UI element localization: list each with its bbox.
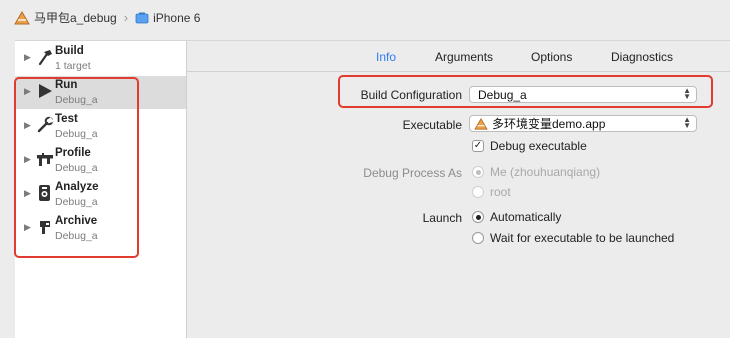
tab-arguments[interactable]: Arguments <box>435 50 493 64</box>
tab-bar: Info Arguments Options Diagnostics <box>187 41 730 72</box>
sidebar-item-profile[interactable]: ▶ Profile Debug_a <box>15 144 186 177</box>
launch-automatically-row[interactable]: Automatically <box>472 210 561 224</box>
executable-label: Executable <box>402 118 462 132</box>
disclosure-triangle-icon[interactable]: ▶ <box>24 52 31 63</box>
tab-diagnostics[interactable]: Diagnostics <box>611 50 673 64</box>
archive-icon <box>40 221 50 234</box>
sidebar-item-label: Archive <box>55 215 98 227</box>
sidebar-item-label: Analyze <box>55 181 99 193</box>
wrench-icon <box>37 116 54 133</box>
launch-wait-label: Wait for executable to be launched <box>490 231 675 245</box>
disclosure-triangle-icon[interactable]: ▶ <box>24 222 31 233</box>
launch-automatically-radio[interactable] <box>472 211 484 223</box>
sidebar-item-label: Build <box>55 45 84 57</box>
sidebar-item-archive[interactable]: ▶ Archive Debug_a <box>15 212 186 245</box>
scheme-toolbar: 马甲包a_debug › iPhone 6 <box>0 0 730 34</box>
debug-process-me-row: Me (zhouhuanqiang) <box>472 165 600 179</box>
scheme-editor-panel: Info Arguments Options Diagnostics Build… <box>187 40 730 338</box>
breadcrumb-separator-icon: › <box>123 10 129 25</box>
analyze-icon <box>39 185 50 201</box>
debug-executable-checkbox[interactable]: ✓ <box>472 140 484 152</box>
sidebar-item-sublabel: Debug_a <box>55 128 98 140</box>
hammer-icon <box>38 50 52 66</box>
build-configuration-value: Debug_a <box>478 87 527 102</box>
sidebar-item-test[interactable]: ▶ Test Debug_a <box>15 110 186 143</box>
debug-process-root-radio <box>472 186 484 198</box>
sidebar-item-label: Test <box>55 113 78 125</box>
sidebar-item-analyze[interactable]: ▶ Analyze Debug_a <box>15 178 186 211</box>
play-icon <box>39 84 52 98</box>
debug-process-label: Debug Process As <box>363 166 462 180</box>
sidebar-item-sublabel: Debug_a <box>55 94 98 106</box>
executable-value: 多环境变量demo.app <box>492 117 606 131</box>
sidebar-item-sublabel: Debug_a <box>55 196 98 208</box>
sidebar-item-label: Profile <box>55 147 91 159</box>
launch-wait-row[interactable]: Wait for executable to be launched <box>472 231 674 245</box>
app-target-icon <box>474 117 488 130</box>
debug-process-me-radio <box>472 166 484 178</box>
scheme-name[interactable]: 马甲包a_debug <box>34 9 117 26</box>
disclosure-triangle-icon[interactable]: ▶ <box>24 188 31 199</box>
caliper-icon <box>37 153 53 166</box>
disclosure-triangle-icon[interactable]: ▶ <box>24 86 31 97</box>
scheme-breadcrumb[interactable]: 马甲包a_debug › iPhone 6 <box>14 9 200 26</box>
scheme-actions-sidebar: ▶ Build 1 target ▶ Run Debug_a ▶ Test De… <box>15 40 187 338</box>
sidebar-item-build[interactable]: ▶ Build 1 target <box>15 42 186 75</box>
chevron-updown-icon: ▲ ▼ <box>683 115 691 130</box>
build-configuration-popup[interactable]: Debug_a ▲ ▼ <box>469 86 697 103</box>
tab-info[interactable]: Info <box>376 50 396 64</box>
launch-automatically-label: Automatically <box>490 210 562 224</box>
chevron-updown-icon: ▲ ▼ <box>683 86 691 101</box>
launch-label: Launch <box>422 211 462 225</box>
disclosure-triangle-icon[interactable]: ▶ <box>24 154 31 165</box>
debug-executable-row[interactable]: ✓ Debug executable <box>472 139 587 153</box>
device-name[interactable]: iPhone 6 <box>153 11 200 25</box>
debug-executable-label: Debug executable <box>490 139 587 153</box>
debug-process-me-label: Me (zhouhuanqiang) <box>490 165 601 179</box>
build-configuration-label: Build Configuration <box>360 88 462 102</box>
sidebar-item-sublabel: Debug_a <box>55 162 98 174</box>
sidebar-item-sublabel: Debug_a <box>55 230 98 242</box>
sidebar-item-sublabel: 1 target <box>55 60 91 72</box>
app-target-icon <box>14 10 30 24</box>
debug-process-root-label: root <box>490 185 511 199</box>
launch-wait-radio[interactable] <box>472 232 484 244</box>
sidebar-item-label: Run <box>55 79 78 91</box>
executable-popup[interactable]: 多环境变量demo.app ▲ ▼ <box>469 115 697 132</box>
sidebar-item-run[interactable]: ▶ Run Debug_a <box>15 76 186 109</box>
device-icon <box>135 12 149 23</box>
disclosure-triangle-icon[interactable]: ▶ <box>24 120 31 131</box>
tab-options[interactable]: Options <box>531 50 572 64</box>
debug-process-root-row: root <box>472 185 511 199</box>
